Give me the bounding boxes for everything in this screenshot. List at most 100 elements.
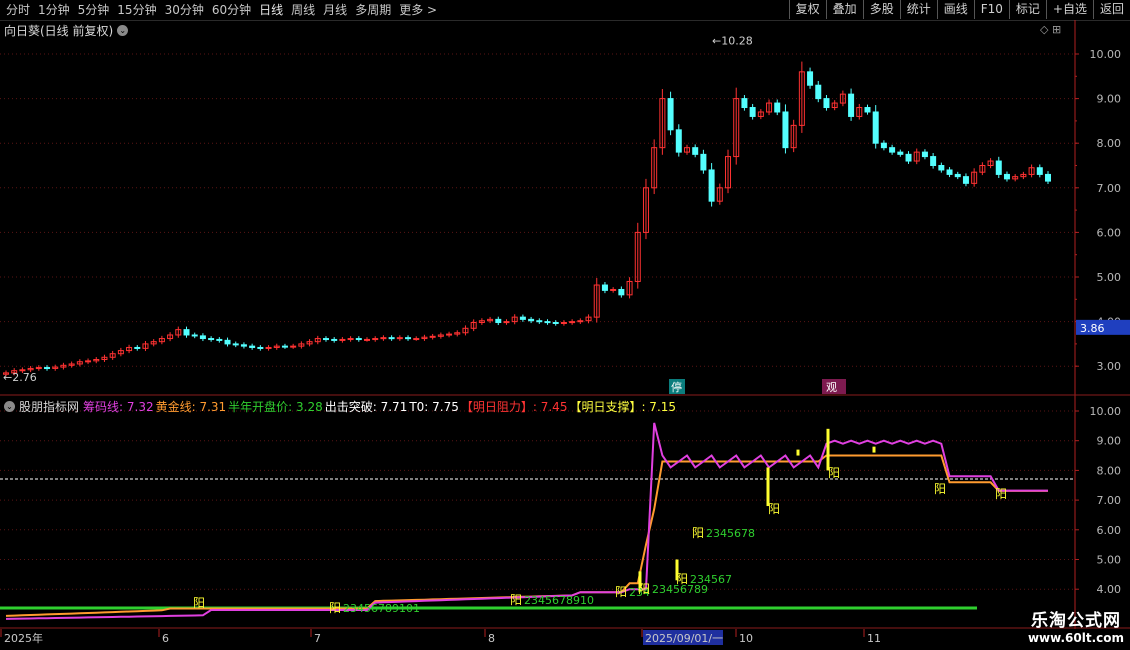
candle-body	[823, 98, 830, 109]
candle-body	[429, 335, 436, 338]
candle-body	[281, 345, 288, 348]
main-title: 向日葵(日线 前复权)	[4, 24, 114, 38]
y-tick-label: 5.00	[1097, 271, 1122, 284]
timeframe-tab[interactable]: 60分钟	[208, 2, 255, 18]
signal-label: 阳	[193, 596, 205, 610]
indicator-chart[interactable]: 阳 23456789101阳 2345678910阳 234阳 23456789阳 234…	[0, 396, 1130, 629]
legend-item: 【明日阻力】: 7.45	[460, 400, 568, 414]
timeframe-tab[interactable]: 多周期	[351, 2, 395, 18]
candle-body	[848, 93, 855, 117]
price-axis: 10.009.008.007.006.005.004.003.003.86←10…	[0, 20, 1130, 396]
candle-body	[35, 367, 42, 370]
candle-body	[232, 343, 239, 346]
chevron-down-icon[interactable]: ⌄	[4, 401, 15, 412]
signal-digits: 234567	[690, 573, 732, 586]
timeframe-tab[interactable]: 分时	[2, 2, 34, 18]
timeframe-tab[interactable]: 1分钟	[34, 2, 74, 18]
tool-button[interactable]: +自选	[1045, 0, 1093, 19]
signal-bar	[826, 428, 830, 471]
panel-controls: ◇ ⊞	[1040, 23, 1061, 36]
candle-body	[610, 288, 617, 291]
y-tick-label: 9.00	[1097, 93, 1122, 106]
legend-item: 半年开盘价: 3.28	[228, 400, 323, 414]
expand-icon[interactable]: ⊞	[1052, 23, 1061, 36]
y-tick-label: 7.00	[1097, 182, 1122, 195]
candle-body	[495, 318, 502, 323]
candle-body	[396, 337, 403, 340]
timeframe-tab[interactable]: 30分钟	[161, 2, 208, 18]
timeframe-tab[interactable]: 月线	[319, 2, 351, 18]
signal-digits: 23456789101	[343, 602, 420, 615]
candle-body	[191, 334, 198, 337]
tool-button[interactable]: 画线	[936, 0, 974, 19]
candle-body	[880, 142, 887, 149]
watermark: 乐淘公式网 www.60lt.com	[1028, 606, 1124, 645]
gold-line	[5, 454, 1048, 617]
price-chart[interactable]: 10.009.008.007.006.005.004.003.003.86←10…	[0, 20, 1130, 396]
signal-bar	[766, 467, 770, 507]
tool-button[interactable]: 统计	[899, 0, 937, 19]
signal-label: 阳	[510, 593, 522, 607]
candle-body	[355, 338, 362, 341]
tool-buttons: 复权 叠加 多股 统计 画线 F10 标记 +自选 返回	[788, 0, 1130, 19]
candle-body	[938, 165, 945, 171]
candle-body	[946, 169, 953, 175]
candle-body	[692, 147, 699, 155]
y-tick-label: 6.00	[1097, 226, 1122, 239]
candle-body	[749, 107, 756, 117]
y-tick-label: 6.00	[1097, 524, 1122, 537]
timeframe-tab[interactable]: 更多 >	[395, 2, 441, 18]
candle-body	[807, 71, 814, 86]
candle-body	[962, 176, 969, 184]
signal-bar	[872, 446, 876, 453]
tool-button[interactable]: F10	[973, 0, 1009, 19]
watermark-url: www.60lt.com	[1027, 631, 1124, 645]
candle-body	[560, 321, 567, 324]
timeframe-tab[interactable]: 日线	[255, 2, 287, 18]
legend-item: 筹码线: 7.32	[83, 400, 154, 414]
date-label: 7	[314, 632, 321, 645]
candle-body	[708, 169, 715, 202]
candle-body	[577, 320, 584, 323]
y-tick-label: 8.00	[1097, 464, 1122, 477]
candle-body	[618, 288, 625, 296]
candle-body	[995, 160, 1002, 175]
y-tick-label: 7.00	[1097, 494, 1122, 507]
candle-body	[240, 344, 247, 347]
y-tick-label: 8.00	[1097, 137, 1122, 150]
signal-label: 阳	[638, 582, 650, 596]
y-tick-label: 5.00	[1097, 554, 1122, 567]
candle-body	[815, 84, 822, 100]
candle-body	[1045, 173, 1051, 182]
candle-body	[889, 147, 896, 153]
chip-line	[5, 422, 1048, 620]
timeframe-tab[interactable]: 5分钟	[74, 2, 114, 18]
date-label: 10	[739, 632, 753, 645]
signal-label: 阳	[692, 526, 704, 540]
candle-body	[183, 329, 190, 336]
event-badge: 观	[826, 381, 837, 394]
indicator-grid	[0, 410, 1075, 590]
y-tick-label: 10.00	[1090, 48, 1122, 61]
tool-button[interactable]: 复权	[788, 0, 826, 19]
candle-body	[372, 338, 379, 341]
candle-body	[380, 337, 387, 340]
legend-item: 【明日支撑】: 7.15	[569, 400, 677, 414]
indicator-legend: 筹码线: 7.32 黄金线: 7.31 半年开盘价: 3.28 出击突破: 7.71 T…	[83, 398, 678, 415]
candle-body	[503, 321, 510, 324]
candle-body	[405, 337, 412, 340]
tool-button[interactable]: 返回	[1092, 0, 1130, 19]
candle-body	[601, 284, 608, 291]
indicator-lines: 阳 23456789101阳 2345678910阳 234阳 23456789阳 234…	[0, 422, 1075, 620]
indicator-title-bar: ⌄ 股朋指标网 筹码线: 7.32 黄金线: 7.31 半年开盘价: 3.28 出击突…	[4, 398, 678, 415]
candle-body	[322, 338, 329, 341]
tool-button[interactable]: 标记	[1008, 0, 1046, 19]
chevron-down-icon[interactable]: ⌄	[117, 25, 129, 36]
timeframe-tab[interactable]: 周线	[287, 2, 319, 18]
tool-button[interactable]: 叠加	[825, 0, 863, 19]
timeframe-tab[interactable]: 15分钟	[113, 2, 160, 18]
tool-button[interactable]: 多股	[862, 0, 900, 19]
diamond-icon[interactable]: ◇	[1040, 23, 1048, 36]
signal-label: 阳	[615, 585, 627, 599]
price-grid	[0, 53, 1075, 367]
